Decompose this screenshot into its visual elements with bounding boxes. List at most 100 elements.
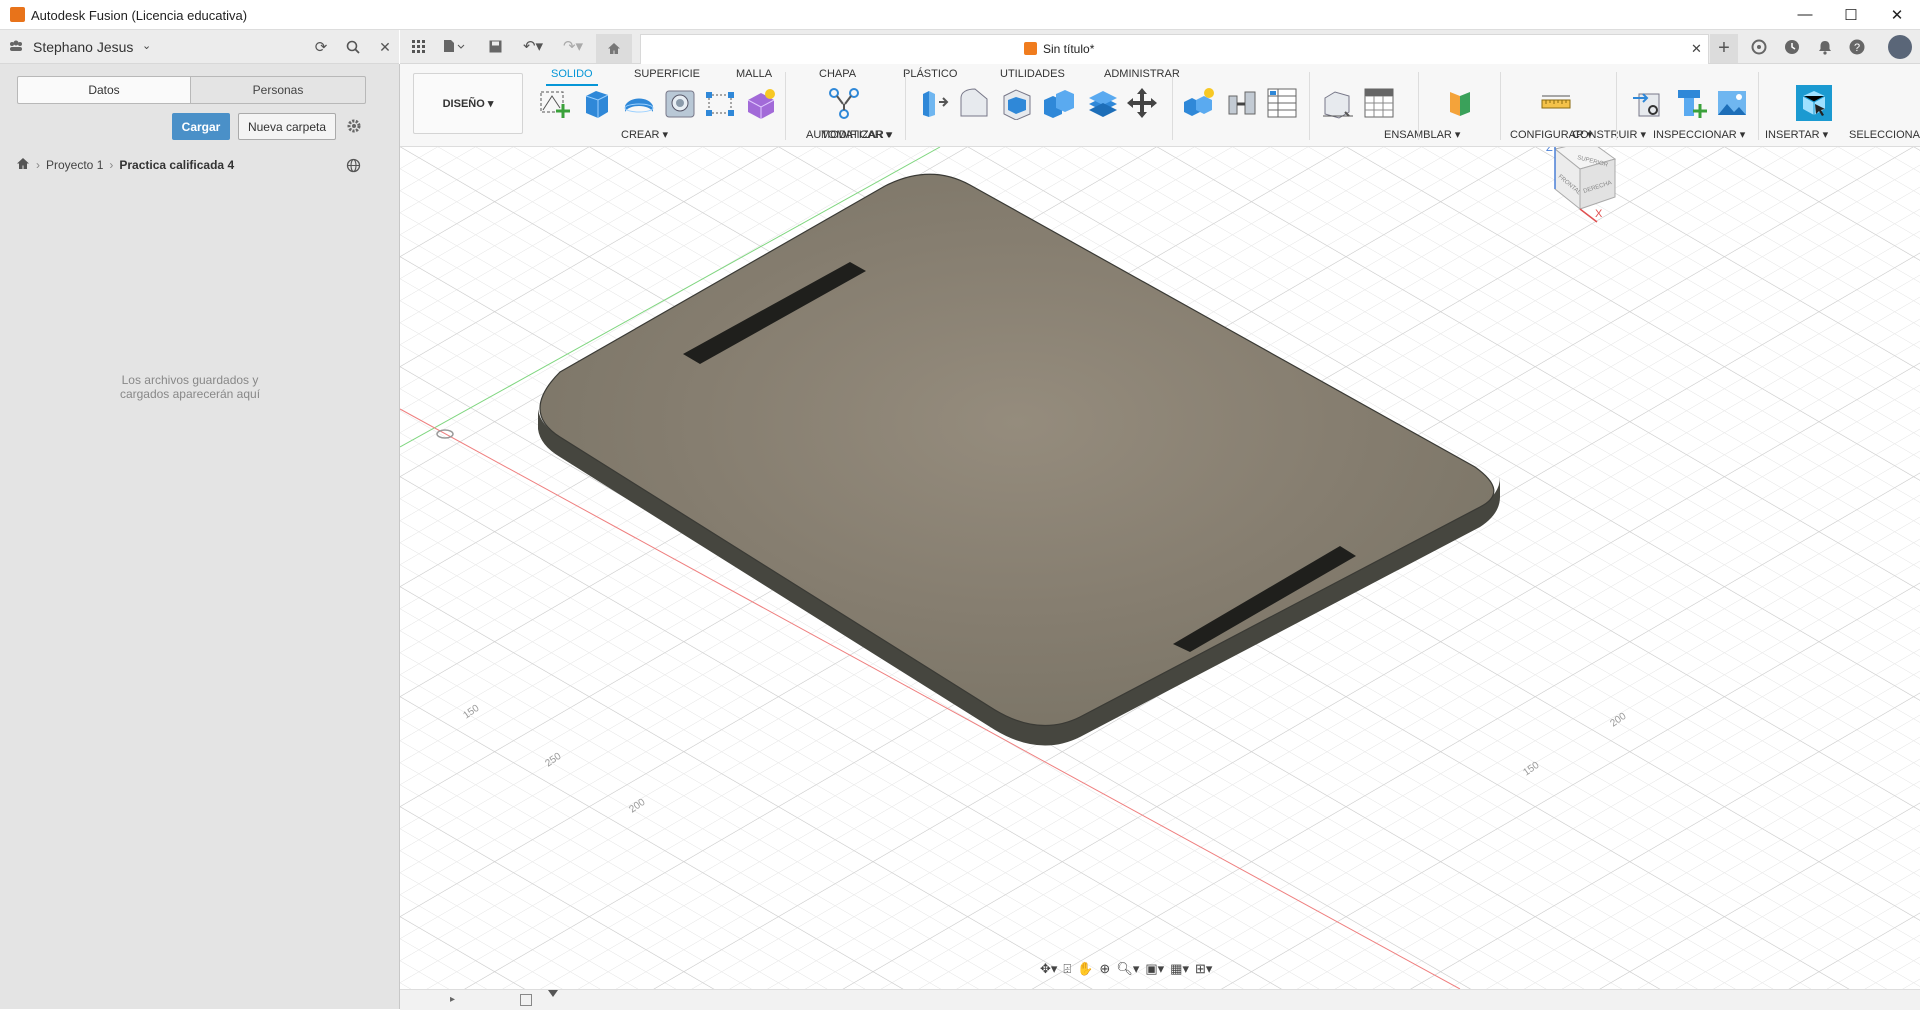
- timeline-play-icon[interactable]: ▸: [450, 994, 455, 1005]
- orbit-icon[interactable]: ✥▾: [1040, 961, 1057, 977]
- fit-icon[interactable]: 🔍︎▾: [1116, 961, 1139, 977]
- close-tab-icon[interactable]: ✕: [1691, 41, 1702, 57]
- revolve-icon[interactable]: [622, 86, 656, 120]
- tab-administrar[interactable]: ADMINISTRAR: [1104, 68, 1180, 80]
- undo-icon[interactable]: ↶▾: [518, 37, 548, 55]
- tab-chapa[interactable]: CHAPA: [819, 68, 856, 80]
- navigation-bar: ✥▾ ⌹ ✋ ⊕ 🔍︎▾ ▣▾ ▦▾ ⊞▾: [1040, 957, 1260, 981]
- group-inspeccionar[interactable]: INSPECCIONAR ▾: [1653, 128, 1745, 141]
- save-icon[interactable]: [486, 37, 504, 55]
- empty-line-1: Los archivos guardados y: [121, 373, 259, 387]
- home-icon[interactable]: [16, 157, 30, 173]
- close-button[interactable]: ✕: [1874, 0, 1920, 29]
- timeline-bar: ▸: [400, 989, 1920, 1010]
- refresh-icon[interactable]: ⟳: [312, 38, 330, 56]
- close-panel-icon[interactable]: ✕: [376, 38, 394, 56]
- pattern-icon[interactable]: [703, 86, 737, 120]
- tab-superficie[interactable]: SUPERFICIE: [634, 68, 700, 80]
- offset-face-icon[interactable]: [1086, 86, 1120, 120]
- workspace-switcher[interactable]: DISEÑO ▾: [413, 73, 523, 134]
- group-divider: [785, 72, 786, 140]
- create-sketch-icon[interactable]: [537, 86, 571, 120]
- press-pull-icon[interactable]: [915, 86, 949, 120]
- move-icon[interactable]: [1125, 86, 1159, 120]
- configuration-table-icon[interactable]: [1362, 86, 1396, 120]
- new-component-icon[interactable]: [1182, 86, 1216, 120]
- data-panel-header: Stephano Jesus ⌄ ⟳ ✕: [0, 30, 399, 64]
- group-divider: [1172, 72, 1173, 140]
- joint-icon[interactable]: [1225, 86, 1259, 120]
- search-icon[interactable]: [344, 38, 362, 56]
- configure-icon[interactable]: [1321, 86, 1355, 120]
- group-divider: [1418, 72, 1419, 140]
- document-tab[interactable]: Sin título* ✕: [640, 34, 1709, 64]
- insert-canvas-icon[interactable]: [1715, 86, 1749, 120]
- upload-button[interactable]: Cargar: [172, 113, 230, 140]
- group-divider: [1309, 72, 1310, 140]
- fillet-icon[interactable]: [958, 86, 992, 120]
- tab-datos[interactable]: Datos: [17, 76, 191, 104]
- shell-icon[interactable]: [1000, 86, 1034, 121]
- help-icon[interactable]: ?: [1848, 38, 1866, 56]
- fusion-app-icon: [10, 7, 25, 22]
- breadcrumb-folder[interactable]: Practica calificada 4: [119, 158, 234, 172]
- gear-icon[interactable]: [344, 116, 364, 136]
- measure-icon[interactable]: [1539, 86, 1573, 120]
- svg-text:?: ?: [1854, 42, 1860, 54]
- extensions-icon[interactable]: [1750, 38, 1768, 56]
- maximize-button[interactable]: ☐: [1828, 0, 1874, 29]
- title-bar: Autodesk Fusion (Licencia educativa) — ☐…: [0, 0, 1920, 30]
- tab-plastico[interactable]: PLÁSTICO: [903, 68, 957, 80]
- insert-mcmaster-icon[interactable]: [1674, 86, 1708, 120]
- new-folder-button[interactable]: Nueva carpeta: [238, 113, 336, 140]
- automate-icon[interactable]: [827, 86, 861, 120]
- group-crear[interactable]: CREAR ▾: [621, 128, 668, 141]
- tab-solido[interactable]: SOLIDO: [551, 68, 593, 80]
- breadcrumb-separator: ›: [109, 158, 114, 172]
- pan-icon[interactable]: ✋: [1077, 961, 1093, 977]
- breadcrumb-project[interactable]: Proyecto 1: [46, 158, 103, 172]
- team-icon[interactable]: [8, 38, 24, 54]
- offset-plane-icon[interactable]: [1444, 86, 1478, 120]
- job-status-icon[interactable]: [1783, 38, 1801, 56]
- viewports-icon[interactable]: ⊞▾: [1195, 961, 1212, 977]
- extrude-icon[interactable]: [580, 86, 614, 120]
- bill-of-materials-icon[interactable]: [1265, 86, 1299, 120]
- zoom-icon[interactable]: ⊕: [1099, 961, 1110, 977]
- new-tab-icon[interactable]: +: [1710, 34, 1738, 63]
- tab-utilidades[interactable]: UTILIDADES: [1000, 68, 1065, 80]
- canvas-viewport[interactable]: 150 200 250 200 150 SUPERIOR FRONTAL DER…: [400, 147, 1920, 989]
- group-seleccionar[interactable]: SELECCIONAR ▾: [1849, 128, 1920, 141]
- minimize-button[interactable]: —: [1782, 0, 1828, 29]
- timeline-marker-icon[interactable]: [548, 990, 558, 997]
- empty-state-message: Los archivos guardados y cargados aparec…: [0, 373, 380, 401]
- file-menu-icon[interactable]: [441, 37, 467, 55]
- user-name[interactable]: Stephano Jesus: [33, 39, 133, 55]
- axis-x-label: X: [1595, 208, 1603, 220]
- redo-icon[interactable]: ↷▾: [558, 37, 588, 55]
- insert-derive-icon[interactable]: [1631, 86, 1665, 120]
- share-globe-icon[interactable]: [344, 156, 362, 174]
- chevron-down-icon[interactable]: ⌄: [142, 39, 151, 52]
- group-insertar[interactable]: INSERTAR ▾: [1765, 128, 1828, 141]
- tab-malla[interactable]: MALLA: [736, 68, 772, 80]
- select-icon[interactable]: [1795, 84, 1833, 122]
- hole-icon[interactable]: [663, 86, 697, 120]
- form-icon[interactable]: [744, 86, 778, 120]
- group-ensamblar[interactable]: ENSAMBLAR ▾: [1384, 128, 1460, 141]
- viewport-scene[interactable]: 150 200 250 200 150 SUPERIOR FRONTAL DER…: [400, 147, 1920, 989]
- timeline-feature-icon[interactable]: [520, 994, 532, 1006]
- look-at-icon[interactable]: ⌹: [1063, 961, 1071, 977]
- tab-personas[interactable]: Personas: [190, 76, 366, 104]
- grid-apps-icon[interactable]: [409, 37, 427, 55]
- combine-icon[interactable]: [1042, 86, 1076, 120]
- group-construir[interactable]: CONSTRUIR ▾: [1572, 128, 1646, 141]
- display-settings-icon[interactable]: ▣▾: [1145, 961, 1164, 977]
- notifications-icon[interactable]: [1816, 38, 1834, 56]
- axis-z-label: Z: [1546, 147, 1553, 154]
- group-modificar[interactable]: MODIFICAR ▾: [821, 128, 891, 141]
- grid-settings-icon[interactable]: ▦▾: [1170, 961, 1189, 977]
- avatar[interactable]: [1888, 35, 1912, 59]
- home-tab-icon[interactable]: [596, 34, 632, 63]
- group-divider: [1758, 72, 1759, 140]
